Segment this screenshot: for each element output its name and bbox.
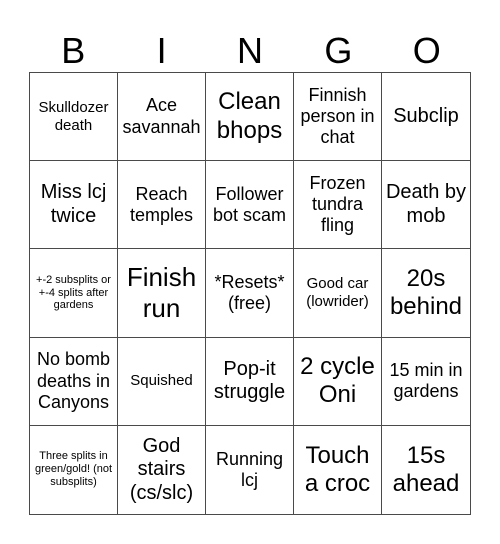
bingo-cell-r5c4[interactable]: Touch a croc <box>294 425 382 514</box>
cell-text: 15s ahead <box>392 441 460 497</box>
cell-text: Reach temples <box>129 183 194 225</box>
cell-text: Pop-it struggle <box>213 357 286 404</box>
bingo-cell-r3c4[interactable]: Good car (lowrider) <box>294 249 382 338</box>
bingo-cell-r2c5[interactable]: Death by mob <box>382 161 470 250</box>
bingo-cell-r1c2[interactable]: Ace savannah <box>118 73 206 162</box>
bingo-cell-r3c3[interactable]: *Resets* (free) <box>206 249 294 338</box>
cell-text: Finnish person in chat <box>300 84 375 148</box>
cell-text: +-2 subsplits or +-4 splits after garden… <box>36 273 111 312</box>
bingo-board: Skulldozer death Ace savannah Clean bhop… <box>29 72 471 515</box>
bingo-cell-r3c1[interactable]: +-2 subsplits or +-4 splits after garden… <box>30 249 118 338</box>
bingo-cell-r4c3[interactable]: Pop-it struggle <box>206 337 294 426</box>
bingo-cell-r5c5[interactable]: 15s ahead <box>382 426 470 514</box>
cell-text: 15 min in gardens <box>389 359 463 402</box>
bingo-header: B I N G O <box>29 30 471 72</box>
cell-text: Touch a croc <box>304 441 371 497</box>
bingo-cell-r4c5[interactable]: 15 min in gardens <box>382 338 470 426</box>
bingo-cell-r4c1[interactable]: No bomb deaths in Canyons <box>30 337 118 426</box>
cell-text: Good car (lowrider) <box>306 275 369 310</box>
bingo-cell-r1c5[interactable]: Subclip <box>382 73 470 162</box>
cell-text: God stairs (cs/slc) <box>129 434 194 504</box>
cell-text: Death by mob <box>385 181 467 227</box>
cell-text: Ace savannah <box>122 95 201 137</box>
bingo-cell-r4c2[interactable]: Squished <box>118 337 206 426</box>
cell-text: Squished <box>130 372 193 390</box>
bingo-cell-r2c4[interactable]: Frozen tundra fling <box>294 161 382 250</box>
header-letter-o: O <box>412 30 441 71</box>
header-letter-n: N <box>236 30 263 71</box>
cell-text: No bomb deaths in Canyons <box>36 349 111 412</box>
cell-text: 2 cycle Oni <box>300 352 375 409</box>
cell-text: *Resets* (free) <box>214 271 285 313</box>
bingo-cell-r5c1[interactable]: Three splits in green/gold! (not subspli… <box>30 425 118 514</box>
bingo-cell-r2c1[interactable]: Miss lcj twice <box>30 161 118 250</box>
header-letter-g: G <box>324 30 353 71</box>
bingo-cell-r5c3[interactable]: Running lcj <box>206 425 294 514</box>
bingo-cell-r4c4[interactable]: 2 cycle Oni <box>294 337 382 426</box>
cell-text: Clean bhops <box>216 88 283 144</box>
header-letter-b: B <box>61 30 86 71</box>
bingo-cell-r5c2[interactable]: God stairs (cs/slc) <box>118 425 206 514</box>
cell-text: Running lcj <box>215 448 284 490</box>
bingo-cell-r3c5[interactable]: 20s behind <box>382 249 470 338</box>
cell-text: Skulldozer death <box>38 98 109 134</box>
cell-text: Subclip <box>393 104 459 127</box>
cell-text: Three splits in green/gold! (not subspli… <box>34 450 113 489</box>
bingo-cell-r1c4[interactable]: Finnish person in chat <box>294 73 382 162</box>
bingo-cell-r3c2[interactable]: Finish run <box>118 249 206 338</box>
cell-text: 20s behind <box>389 264 463 320</box>
cell-text: Miss lcj twice <box>40 181 107 227</box>
bingo-cell-r2c3[interactable]: Follower bot scam <box>206 161 294 250</box>
bingo-cell-r1c1[interactable]: Skulldozer death <box>30 73 118 162</box>
cell-text: Follower bot scam <box>212 183 287 225</box>
header-letter-i: I <box>156 30 167 71</box>
bingo-cell-r1c3[interactable]: Clean bhops <box>206 73 294 162</box>
cell-text: Finish run <box>126 262 197 323</box>
cell-text: Frozen tundra fling <box>309 172 366 236</box>
bingo-cell-r2c2[interactable]: Reach temples <box>118 161 206 250</box>
